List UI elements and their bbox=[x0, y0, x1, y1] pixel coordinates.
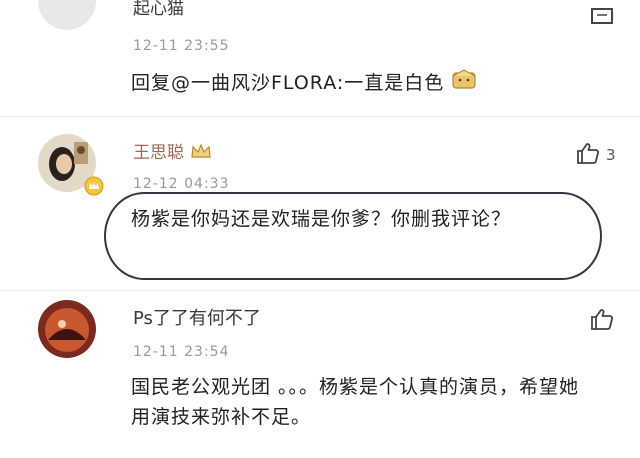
like-button[interactable] bbox=[590, 308, 614, 334]
reply-icon bbox=[590, 6, 614, 30]
comment-item: 王思聪 12-12 04:33 3 杨紫是你妈还是欢瑞是你爹？你删我评论？ bbox=[0, 118, 640, 288]
comment-text: 杨紫是你妈还是欢瑞是你爹？你删我评论？ bbox=[131, 208, 512, 230]
thumbs-up-icon bbox=[576, 142, 600, 168]
comment-text: 回复@一曲风沙FLORA:一直是白色 bbox=[131, 68, 591, 99]
comment-timestamp: 12-11 23:54 bbox=[133, 344, 230, 360]
comment-timestamp: 12-12 04:33 bbox=[133, 176, 230, 192]
comment-text: 国民老公观光团 。。。杨紫是个认真的演员，希望她用演技来弥补不足。 bbox=[131, 376, 580, 428]
divider bbox=[0, 116, 640, 117]
divider bbox=[0, 290, 640, 291]
comment-username[interactable]: Ps了了有何不了 bbox=[133, 304, 261, 330]
like-button[interactable]: 3 bbox=[576, 142, 616, 168]
comment-item: 起心猫 12-11 23:55 回复@一曲风沙FLORA:一直是白色 bbox=[0, 0, 640, 112]
comment-feed: 起心猫 12-11 23:55 回复@一曲风沙FLORA:一直是白色 王思聪 1… bbox=[0, 0, 640, 458]
avatar[interactable] bbox=[38, 0, 96, 30]
comment-username[interactable]: 起心猫 bbox=[133, 0, 184, 19]
comment-timestamp: 12-11 23:55 bbox=[133, 38, 230, 54]
like-count: 3 bbox=[606, 146, 616, 164]
comment-username[interactable]: 王思聪 bbox=[133, 138, 213, 166]
thumbs-up-icon bbox=[590, 308, 614, 334]
vip-crown-icon bbox=[189, 141, 213, 166]
comment-item: Ps了了有何不了 12-11 23:54 国民老公观光团 。。。杨紫是个认真的演… bbox=[0, 292, 640, 458]
box-emoji-icon bbox=[451, 68, 477, 99]
avatar[interactable] bbox=[38, 300, 96, 358]
reply-button[interactable] bbox=[590, 6, 614, 30]
vip-crown-icon bbox=[84, 176, 104, 200]
